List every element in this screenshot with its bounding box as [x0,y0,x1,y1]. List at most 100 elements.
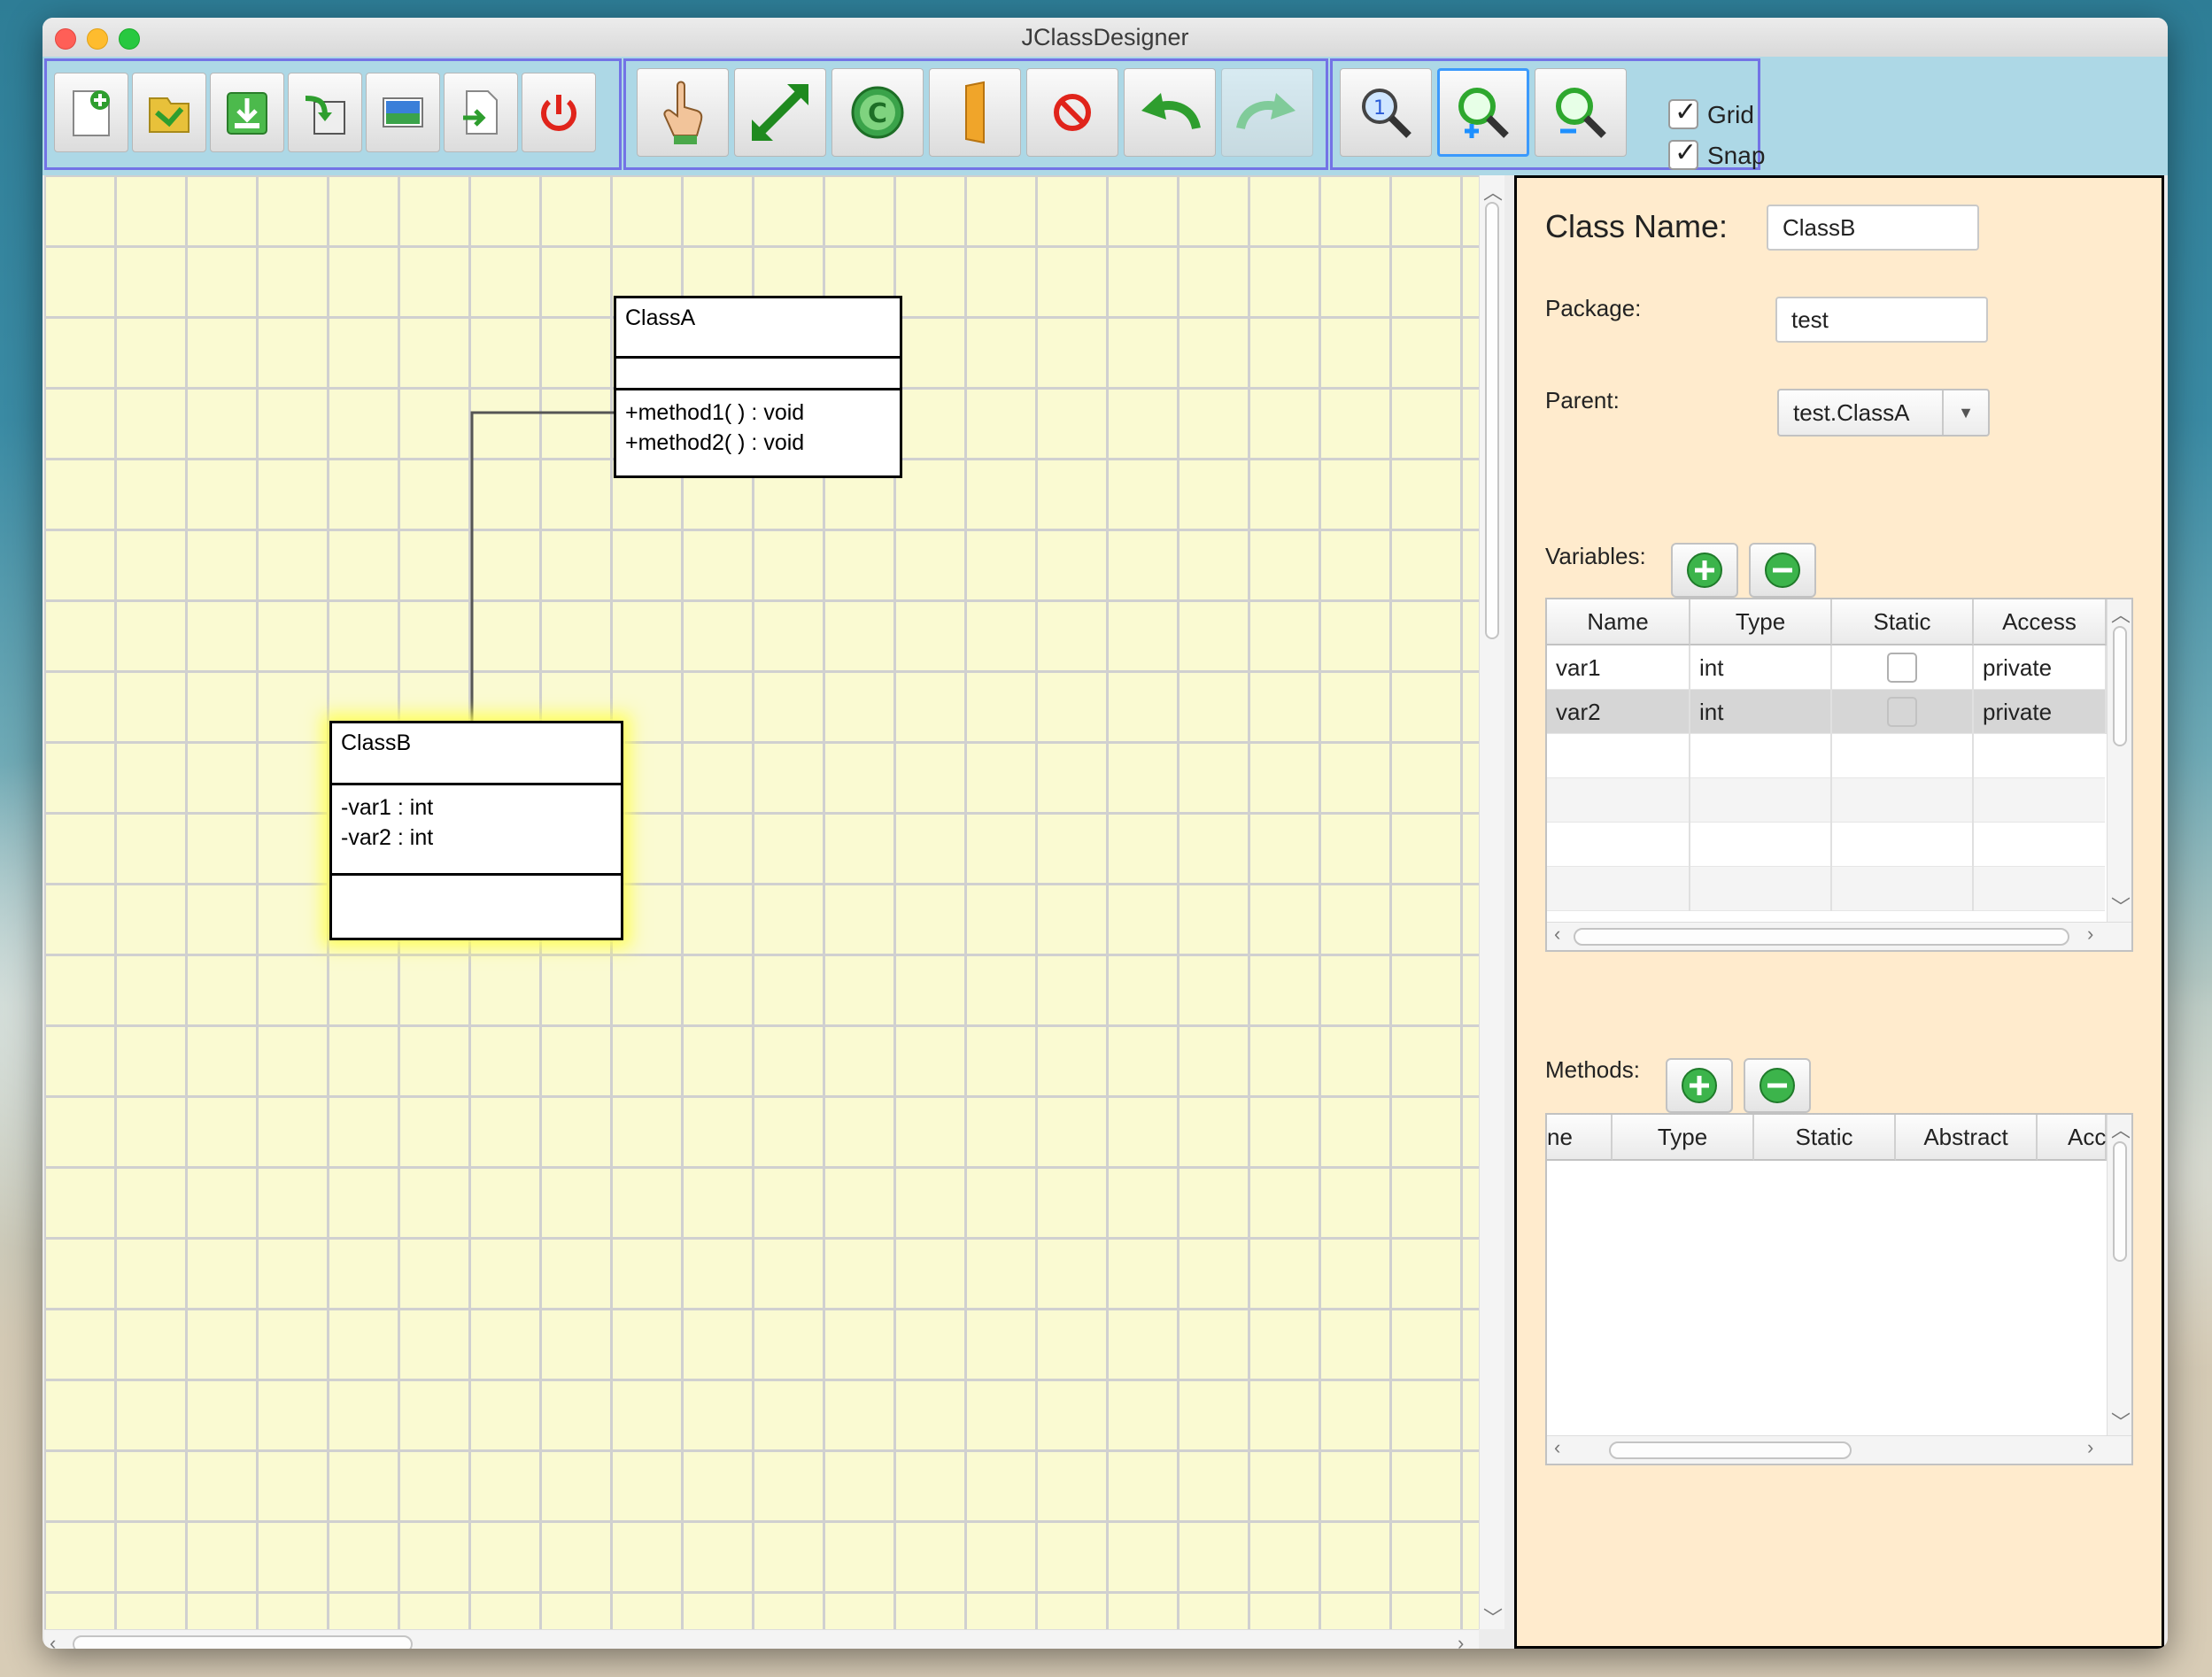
column-header-name[interactable]: Name [1547,599,1690,645]
select-button[interactable] [637,68,729,157]
remove-method-button[interactable] [1744,1058,1811,1113]
redo-arrow-icon [1236,93,1295,130]
redo-button[interactable] [1221,68,1313,157]
save-button[interactable] [210,73,284,152]
new-file-icon [73,90,110,136]
export-icon [463,90,498,135]
add-variable-button[interactable] [1671,543,1738,598]
zoom-out-button[interactable] [1535,68,1627,157]
edit-toolbar-group: C [623,58,1328,170]
methods-label: Methods: [1545,1056,1640,1083]
variable-name-cell[interactable]: var2 [1547,690,1690,734]
vertical-scrollbar[interactable]: ︿ ﹀ [2107,599,2131,922]
minus-circle-icon [1765,553,1800,588]
scroll-thumb[interactable] [2113,1141,2127,1262]
empty-row [1547,823,2105,867]
column-header-static[interactable]: Static [1832,599,1974,645]
scroll-thumb[interactable] [1609,1441,1852,1459]
variable-type-cell[interactable]: int [1690,645,1832,690]
canvas-vertical-scrollbar[interactable]: ︿ ﹀ [1479,175,1504,1629]
parent-label: Parent: [1545,387,1620,413]
scroll-down-icon[interactable]: ﹀ [2111,892,2131,920]
remove-variable-button[interactable] [1749,543,1816,598]
variable-access-cell[interactable]: private [1974,645,2107,690]
undo-button[interactable] [1124,68,1216,157]
class-name: ClassA [616,298,900,359]
scroll-left-icon[interactable]: ‹ [50,1632,56,1649]
variable-static-cell[interactable] [1832,645,1974,690]
horizontal-scrollbar[interactable]: ‹ › [1547,922,2131,950]
snap-checkbox[interactable]: ✓ [1668,138,1698,170]
export-code-button[interactable] [444,73,518,152]
scroll-right-icon[interactable]: › [2087,923,2093,946]
static-checkbox[interactable] [1887,697,1917,727]
variable-access-cell[interactable]: private [1974,690,2107,734]
grid-label: Grid [1707,101,1754,128]
grid-checkbox[interactable]: ✓ [1668,97,1698,129]
zoom-reset-button[interactable]: 1 [1340,68,1432,157]
scroll-down-icon[interactable]: ﹀ [1483,1603,1503,1631]
file-toolbar-group [44,58,622,170]
export-image-button[interactable] [366,73,440,152]
scroll-thumb[interactable] [2113,626,2127,746]
package-label: Package: [1545,295,1642,321]
method-entry: +method1( ) : void [625,400,805,425]
class-box-classB[interactable]: ClassB -var1 : int -var2 : int [329,721,623,940]
scroll-up-icon[interactable]: ︿ [2111,599,2131,628]
interface-bar-icon [965,81,985,144]
column-header-access[interactable]: Access [1974,599,2107,645]
snap-label: Snap [1707,142,1766,169]
image-icon [383,97,423,128]
variable-entry: -var1 : int [341,795,434,820]
scroll-up-icon[interactable]: ︿ [2111,1115,2131,1143]
scroll-thumb[interactable] [73,1635,413,1649]
vertical-scrollbar[interactable]: ︿ ﹀ [2107,1115,2131,1437]
scroll-thumb[interactable] [1485,202,1499,639]
svg-text:1: 1 [1373,97,1386,120]
add-interface-button[interactable] [929,68,1021,157]
column-header-abstract[interactable]: Abstract [1896,1115,2038,1161]
diagram-canvas[interactable]: ClassA +method1( ) : void +method2( ) : … [44,175,1479,1629]
new-file-button[interactable] [54,73,128,152]
table-row[interactable]: var1 int private [1547,645,2107,690]
column-header-static[interactable]: Static [1754,1115,1896,1161]
variable-type-cell[interactable]: int [1690,690,1832,734]
class-name-label: Class Name: [1545,208,1729,244]
column-header-name[interactable]: ne [1547,1115,1613,1161]
horizontal-scrollbar[interactable]: ‹ › [1547,1435,2131,1464]
open-button[interactable] [132,73,206,152]
empty-row [1547,734,2105,778]
column-header-type[interactable]: Type [1690,599,1832,645]
parent-select-value: test.ClassA [1793,399,1910,426]
chevron-down-icon[interactable]: ▼ [1942,390,1988,435]
scroll-left-icon[interactable]: ‹ [1554,923,1560,946]
package-field[interactable]: test [1775,297,1988,343]
zoom-in-button[interactable] [1437,68,1529,157]
variable-name-cell[interactable]: var1 [1547,645,1690,690]
scroll-left-icon[interactable]: ‹ [1554,1436,1560,1459]
undo-arrow-icon [1141,93,1201,130]
variable-entry: -var2 : int [341,825,434,850]
resize-button[interactable] [734,68,826,157]
empty-row [1547,778,2105,823]
save-as-icon [305,96,345,135]
scroll-down-icon[interactable]: ﹀ [2111,1407,2131,1435]
exit-button[interactable] [522,73,596,152]
canvas-horizontal-scrollbar[interactable]: ‹ › [44,1629,1479,1649]
column-header-type[interactable]: Type [1613,1115,1754,1161]
add-class-button[interactable]: C [831,68,924,157]
scroll-right-icon[interactable]: › [1458,1632,1464,1649]
parent-select[interactable]: test.ClassA ▼ [1777,389,1990,437]
column-header-access[interactable]: Acc [2038,1115,2107,1161]
save-as-button[interactable] [288,73,362,152]
remove-button[interactable] [1026,68,1118,157]
scroll-thumb[interactable] [1574,928,2069,946]
table-row[interactable]: var2 int private [1547,690,2107,734]
scroll-right-icon[interactable]: › [2087,1436,2093,1459]
variable-static-cell[interactable] [1832,690,1974,734]
plus-circle-icon [1682,1068,1717,1103]
class-name-field[interactable]: ClassB [1767,205,1979,251]
static-checkbox[interactable] [1887,653,1917,683]
add-method-button[interactable] [1666,1058,1733,1113]
class-box-classA[interactable]: ClassA +method1( ) : void +method2( ) : … [614,296,902,478]
